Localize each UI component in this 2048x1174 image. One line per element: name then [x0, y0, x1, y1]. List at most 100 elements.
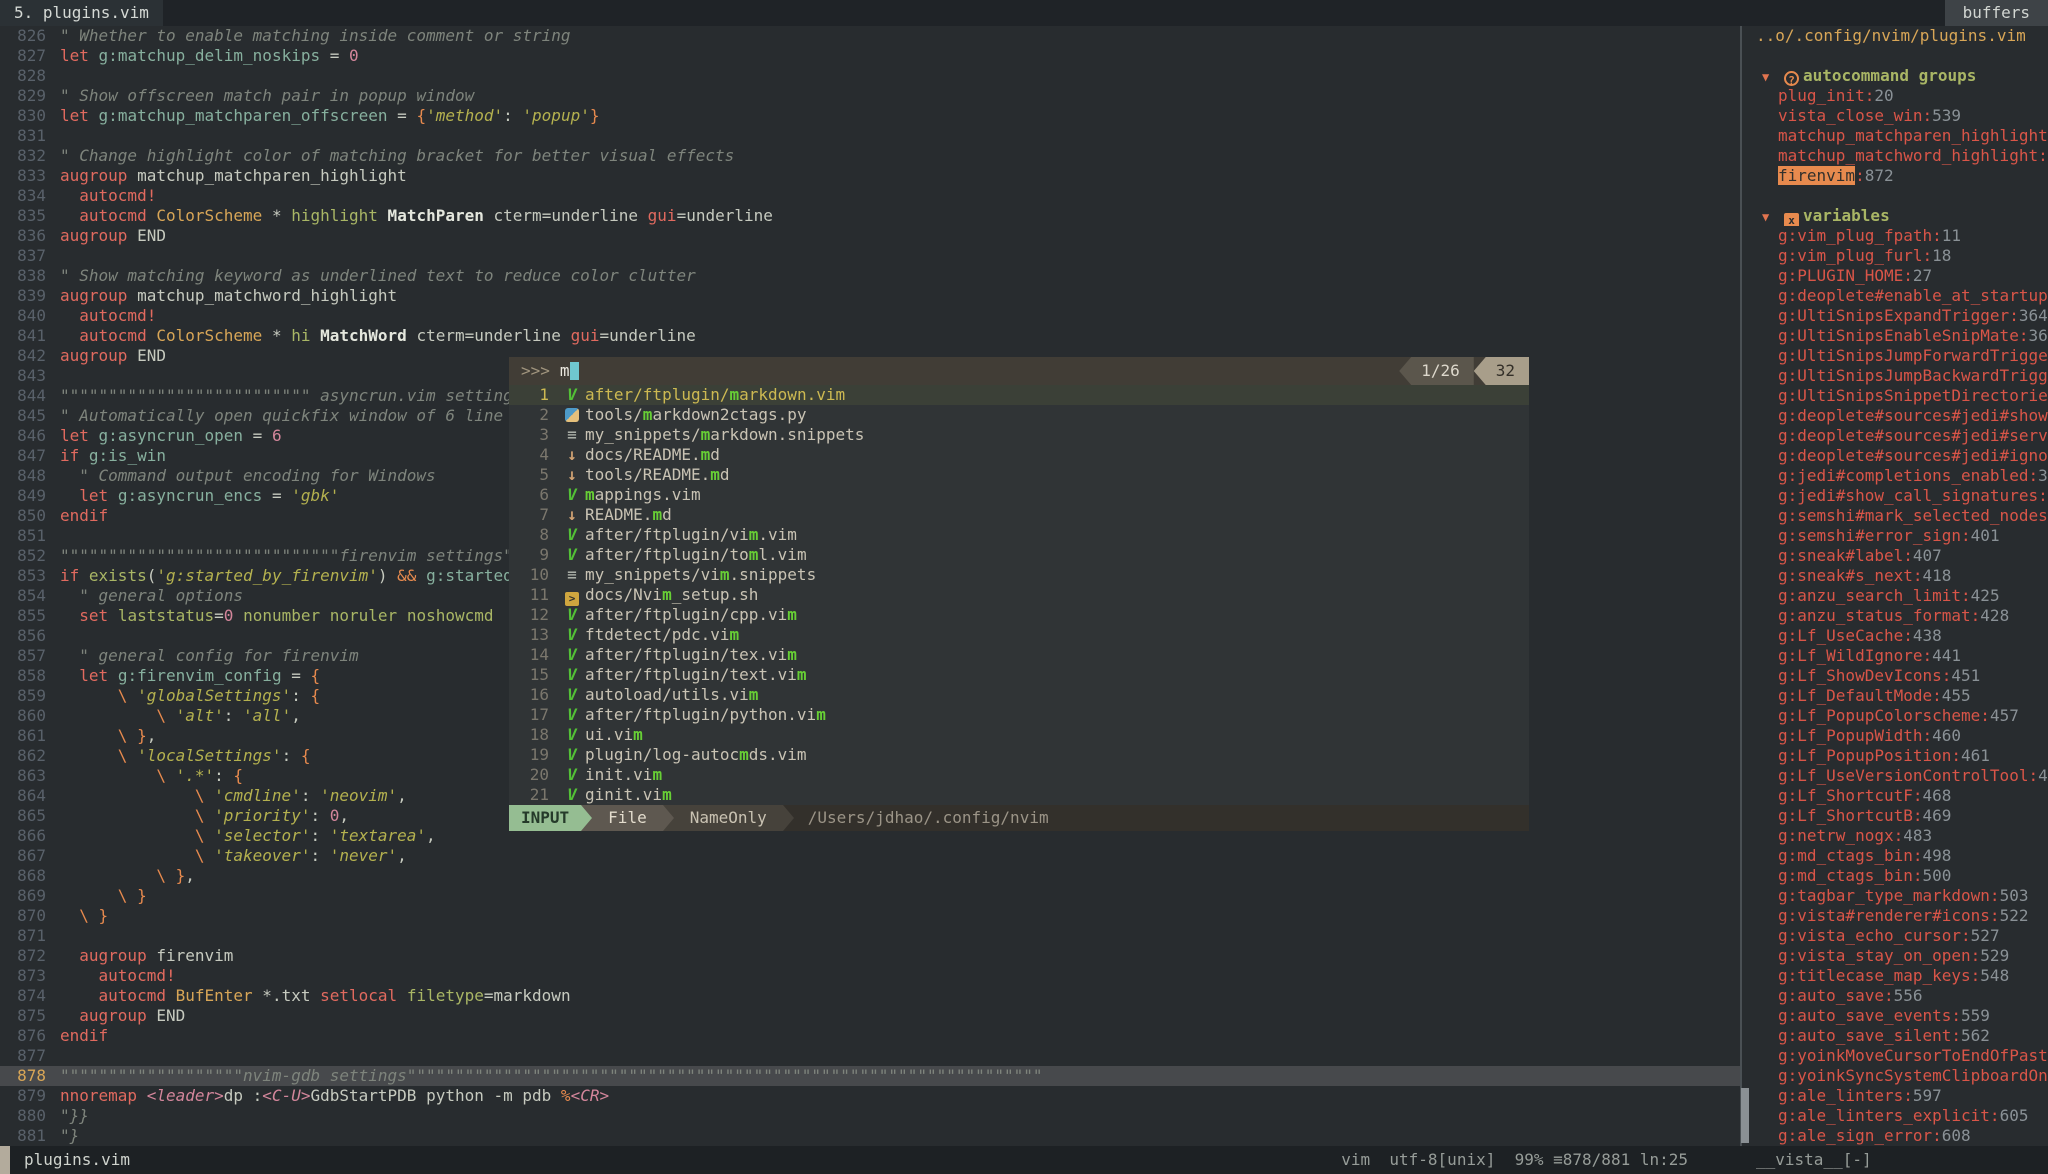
- sidebar-tag-item[interactable]: g:vim_plug_fpath:11: [1742, 226, 2048, 246]
- editor-line-832[interactable]: 832" Change highlight color of matching …: [0, 146, 1740, 166]
- editor-line-868[interactable]: 868 \ },: [0, 866, 1740, 886]
- sidebar-tag-item[interactable]: g:UltiSnipsEnableSnipMate:36: [1742, 326, 2048, 346]
- sidebar-tag-item[interactable]: g:deoplete#sources#jedi#igno: [1742, 446, 2048, 466]
- sidebar-tag-item[interactable]: g:vista_stay_on_open:529: [1742, 946, 2048, 966]
- sidebar-tag-item[interactable]: plug_init:20: [1742, 86, 2048, 106]
- sidebar-tag-item[interactable]: g:titlecase_map_keys:548: [1742, 966, 2048, 986]
- result-row-7[interactable]: 7↓README.md: [509, 505, 1529, 525]
- sidebar-tag-item[interactable]: g:semshi#mark_selected_nodes: [1742, 506, 2048, 526]
- editor-line-837[interactable]: 837: [0, 246, 1740, 266]
- sidebar-tag-item[interactable]: g:deoplete#enable_at_startup: [1742, 286, 2048, 306]
- editor-line-834[interactable]: 834 autocmd!: [0, 186, 1740, 206]
- sidebar-tag-item[interactable]: g:Lf_PopupColorscheme:457: [1742, 706, 2048, 726]
- sidebar-tag-item[interactable]: g:UltiSnipsJumpForwardTrigge: [1742, 346, 2048, 366]
- sidebar-tag-item[interactable]: g:deoplete#sources#jedi#show: [1742, 406, 2048, 426]
- collapse-caret-icon[interactable]: ▼: [1762, 67, 1784, 86]
- result-row-2[interactable]: 2tools/markdown2ctags.py: [509, 405, 1529, 425]
- editor-line-870[interactable]: 870 \ }: [0, 906, 1740, 926]
- editor-line-841[interactable]: 841 autocmd ColorScheme * hi MatchWord c…: [0, 326, 1740, 346]
- sidebar-tag-item[interactable]: g:PLUGIN_HOME:27: [1742, 266, 2048, 286]
- result-row-15[interactable]: 15Vafter/ftplugin/text.vim: [509, 665, 1529, 685]
- result-row-11[interactable]: 11>docs/Nvim_setup.sh: [509, 585, 1529, 605]
- sidebar-section-autocommand-groups[interactable]: ▼?autocommand groups: [1742, 66, 2048, 86]
- sidebar-tag-item[interactable]: g:Lf_DefaultMode:455: [1742, 686, 2048, 706]
- sidebar-tag-item[interactable]: g:sneak#label:407: [1742, 546, 2048, 566]
- result-row-12[interactable]: 12Vafter/ftplugin/cpp.vim: [509, 605, 1529, 625]
- editor-line-828[interactable]: 828: [0, 66, 1740, 86]
- editor-line-833[interactable]: 833augroup matchup_matchparen_highlight: [0, 166, 1740, 186]
- editor-line-880[interactable]: 880"}}: [0, 1106, 1740, 1126]
- sidebar-tag-item[interactable]: g:md_ctags_bin:498: [1742, 846, 2048, 866]
- editor-line-829[interactable]: 829" Show offscreen match pair in popup …: [0, 86, 1740, 106]
- sidebar-tag-item[interactable]: firenvim:872: [1742, 166, 2048, 186]
- sidebar-tag-item[interactable]: vista_close_win:539: [1742, 106, 2048, 126]
- editor-line-867[interactable]: 867 \ 'takeover': 'never',: [0, 846, 1740, 866]
- sidebar-tag-item[interactable]: g:yoinkSyncSystemClipboardOn: [1742, 1066, 2048, 1086]
- collapse-caret-icon[interactable]: ▼: [1762, 207, 1784, 226]
- editor-line-836[interactable]: 836augroup END: [0, 226, 1740, 246]
- sidebar-tag-item[interactable]: g:UltiSnipsSnippetDirectorie: [1742, 386, 2048, 406]
- sidebar-tag-item[interactable]: g:auto_save_silent:562: [1742, 1026, 2048, 1046]
- result-row-13[interactable]: 13Vftdetect/pdc.vim: [509, 625, 1529, 645]
- editor-line-879[interactable]: 879nnoremap <leader>dp :<C-U>GdbStartPDB…: [0, 1086, 1740, 1106]
- result-row-5[interactable]: 5↓tools/README.md: [509, 465, 1529, 485]
- editor-line-869[interactable]: 869 \ }: [0, 886, 1740, 906]
- sidebar-tag-item[interactable]: g:vim_plug_furl:18: [1742, 246, 2048, 266]
- sidebar-tag-item[interactable]: g:Lf_UseVersionControlTool:4: [1742, 766, 2048, 786]
- sidebar-tag-item[interactable]: g:sneak#s_next:418: [1742, 566, 2048, 586]
- sidebar-tag-item[interactable]: g:auto_save:556: [1742, 986, 2048, 1006]
- editor-line-873[interactable]: 873 autocmd!: [0, 966, 1740, 986]
- editor-line-871[interactable]: 871: [0, 926, 1740, 946]
- editor-line-875[interactable]: 875 augroup END: [0, 1006, 1740, 1026]
- sidebar-tag-item[interactable]: g:semshi#error_sign:401: [1742, 526, 2048, 546]
- result-row-18[interactable]: 18Vui.vim: [509, 725, 1529, 745]
- sidebar-tag-item[interactable]: g:jedi#show_call_signatures:: [1742, 486, 2048, 506]
- sidebar-tag-item[interactable]: g:UltiSnipsJumpBackwardTrigg: [1742, 366, 2048, 386]
- editor-line-838[interactable]: 838" Show matching keyword as underlined…: [0, 266, 1740, 286]
- editor-line-881[interactable]: 881"}: [0, 1126, 1740, 1146]
- sidebar-tag-item[interactable]: g:Lf_PopupPosition:461: [1742, 746, 2048, 766]
- editor-line-874[interactable]: 874 autocmd BufEnter *.txt setlocal file…: [0, 986, 1740, 1006]
- result-row-3[interactable]: 3≡my_snippets/markdown.snippets: [509, 425, 1529, 445]
- tab-plugins-vim[interactable]: 5. plugins.vim: [0, 0, 163, 26]
- sidebar-tag-item[interactable]: g:UltiSnipsExpandTrigger:364: [1742, 306, 2048, 326]
- editor-line-827[interactable]: 827let g:matchup_delim_noskips = 0: [0, 46, 1740, 66]
- sidebar-tag-item[interactable]: g:anzu_search_limit:425: [1742, 586, 2048, 606]
- sidebar-tag-item[interactable]: g:ale_sign_error:608: [1742, 1126, 2048, 1146]
- result-row-14[interactable]: 14Vafter/ftplugin/tex.vim: [509, 645, 1529, 665]
- sidebar-tag-item[interactable]: g:ale_linters_explicit:605: [1742, 1106, 2048, 1126]
- result-row-9[interactable]: 9Vafter/ftplugin/toml.vim: [509, 545, 1529, 565]
- editor-line-830[interactable]: 830let g:matchup_matchparen_offscreen = …: [0, 106, 1740, 126]
- sidebar-tag-item[interactable]: g:md_ctags_bin:500: [1742, 866, 2048, 886]
- sidebar-tag-item[interactable]: g:Lf_ShowDevIcons:451: [1742, 666, 2048, 686]
- sidebar-tag-item[interactable]: g:jedi#completions_enabled:3: [1742, 466, 2048, 486]
- editor-line-878[interactable]: 878"""""""""""""""""""nvim-gdb settings"…: [0, 1066, 1740, 1086]
- result-row-21[interactable]: 21Vginit.vim: [509, 785, 1529, 805]
- sidebar-tag-item[interactable]: g:Lf_ShortcutB:469: [1742, 806, 2048, 826]
- sidebar-tag-item[interactable]: g:deoplete#sources#jedi#serv: [1742, 426, 2048, 446]
- sidebar-tag-item[interactable]: g:vista#renderer#icons:522: [1742, 906, 2048, 926]
- sidebar-tag-item[interactable]: g:ale_linters:597: [1742, 1086, 2048, 1106]
- result-row-6[interactable]: 6Vmappings.vim: [509, 485, 1529, 505]
- result-row-19[interactable]: 19Vplugin/log-autocmds.vim: [509, 745, 1529, 765]
- sidebar-tag-item[interactable]: g:Lf_WildIgnore:441: [1742, 646, 2048, 666]
- result-row-17[interactable]: 17Vafter/ftplugin/python.vim: [509, 705, 1529, 725]
- editor-line-831[interactable]: 831: [0, 126, 1740, 146]
- sidebar-tag-item[interactable]: matchup_matchword_highlight:: [1742, 146, 2048, 166]
- sidebar-tag-item[interactable]: matchup_matchparen_highlight: [1742, 126, 2048, 146]
- sidebar-tag-item[interactable]: g:tagbar_type_markdown:503: [1742, 886, 2048, 906]
- result-row-16[interactable]: 16Vautoload/utils.vim: [509, 685, 1529, 705]
- sidebar-tag-item[interactable]: g:Lf_ShortcutF:468: [1742, 786, 2048, 806]
- sidebar-tag-item[interactable]: g:vista_echo_cursor:527: [1742, 926, 2048, 946]
- editor-line-839[interactable]: 839augroup matchup_matchword_highlight: [0, 286, 1740, 306]
- editor-line-826[interactable]: 826" Whether to enable matching inside c…: [0, 26, 1740, 46]
- sidebar-tag-item[interactable]: g:auto_save_events:559: [1742, 1006, 2048, 1026]
- editor-line-872[interactable]: 872 augroup firenvim: [0, 946, 1740, 966]
- editor-line-835[interactable]: 835 autocmd ColorScheme * highlight Matc…: [0, 206, 1740, 226]
- sidebar-section-variables[interactable]: ▼xvariables: [1742, 206, 2048, 226]
- editor-line-877[interactable]: 877: [0, 1046, 1740, 1066]
- result-row-1[interactable]: 1Vafter/ftplugin/markdown.vim: [509, 385, 1529, 405]
- sidebar-tag-item[interactable]: g:yoinkMoveCursorToEndOfPast: [1742, 1046, 2048, 1066]
- editor-line-876[interactable]: 876endif: [0, 1026, 1740, 1046]
- sidebar-tag-item[interactable]: g:netrw_nogx:483: [1742, 826, 2048, 846]
